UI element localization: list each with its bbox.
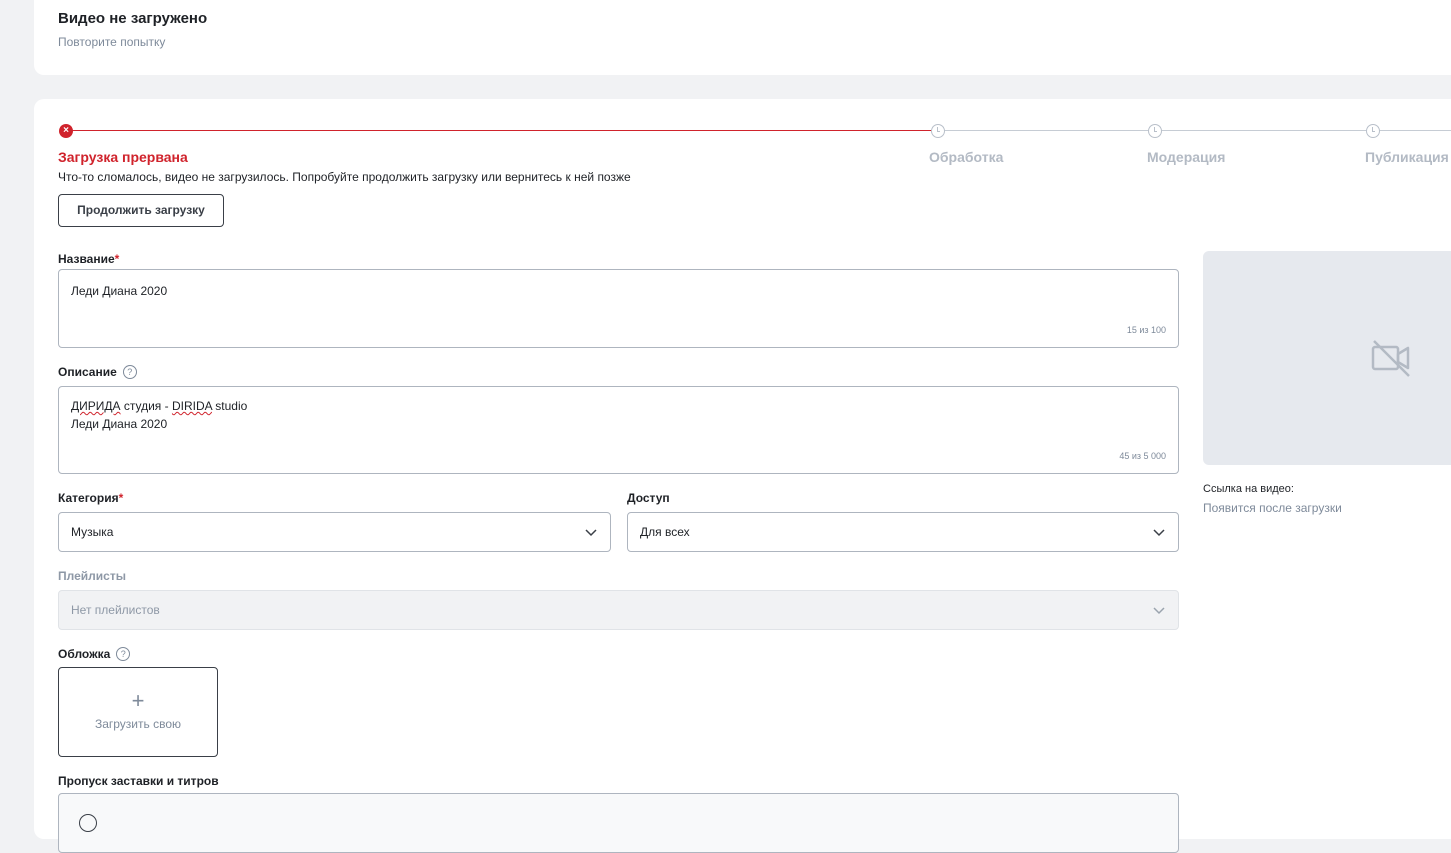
chevron-down-icon <box>585 529 597 537</box>
skip-intro-label: Пропуск заставки и титров <box>58 774 219 788</box>
title-value: Леди Диана 2020 <box>71 284 168 298</box>
upload-cover-label: Загрузить свою <box>94 717 182 731</box>
description-value: ДИРИДА студия - DIRIDA studio Леди Диана… <box>71 399 248 431</box>
status-title: Видео не загружено <box>58 10 208 27</box>
description-textarea[interactable]: ДИРИДА студия - DIRIDA studio Леди Диана… <box>58 386 1179 474</box>
upload-status-card: Видео не загружено Повторите попытку <box>34 0 1451 75</box>
video-preview <box>1203 251 1451 465</box>
step-processing: Обработка <box>929 149 1004 165</box>
error-x-icon: × <box>59 124 73 138</box>
access-label: Доступ <box>627 491 670 505</box>
category-select[interactable]: Музыка <box>58 512 611 552</box>
video-link-label: Ссылка на видео: <box>1203 483 1294 495</box>
continue-upload-button[interactable]: Продолжить загрузку <box>58 194 224 227</box>
access-value: Для всех <box>640 525 690 539</box>
title-input[interactable]: Леди Диана 2020 15 из 100 <box>58 269 1179 348</box>
clock-icon <box>931 124 945 138</box>
retry-link[interactable]: Повторите попытку <box>58 35 165 49</box>
category-label: Категория* <box>58 491 124 505</box>
description-label: Описание? <box>58 365 137 379</box>
playlists-select: Нет плейлистов <box>58 590 1179 630</box>
chevron-down-icon <box>1153 607 1165 615</box>
chevron-down-icon <box>1153 529 1165 537</box>
plus-icon: + <box>131 688 145 713</box>
playlists-label: Плейлисты <box>58 569 126 583</box>
step-moderation: Модерация <box>1147 149 1226 165</box>
step-upload-interrupted: Загрузка прервана <box>58 149 188 165</box>
stepper-progress-line <box>72 130 937 131</box>
playlists-value: Нет плейлистов <box>71 603 160 617</box>
video-link-value: Появится после загрузки <box>1203 501 1342 515</box>
title-counter: 15 из 100 <box>1126 325 1166 335</box>
help-icon[interactable]: ? <box>122 365 137 379</box>
skip-intro-panel <box>58 793 1179 853</box>
access-select[interactable]: Для всех <box>627 512 1179 552</box>
help-icon[interactable]: ? <box>116 647 131 661</box>
video-off-icon <box>1371 340 1410 377</box>
clock-icon <box>1148 124 1162 138</box>
upload-cover-button[interactable]: + Загрузить свою <box>58 667 218 757</box>
video-upload-card: × Загрузка прервана Обработка Модерация … <box>34 99 1451 853</box>
category-value: Музыка <box>71 525 114 539</box>
error-message: Что-то сломалось, видео не загрузилось. … <box>58 170 631 184</box>
description-counter: 45 из 5 000 <box>1119 451 1166 461</box>
cover-label: Обложка? <box>58 647 131 661</box>
clock-icon <box>1366 124 1380 138</box>
step-publication: Публикация <box>1365 149 1449 165</box>
title-label: Название* <box>58 252 120 266</box>
